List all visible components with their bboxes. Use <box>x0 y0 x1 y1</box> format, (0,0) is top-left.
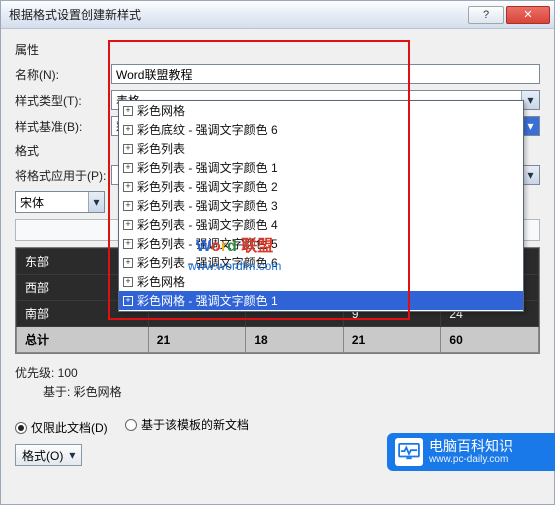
monitor-icon <box>395 438 423 466</box>
titlebar: 根据格式设置创建新样式 ? ✕ <box>1 1 554 29</box>
expand-icon: + <box>123 201 133 211</box>
site-badge: 电脑百科知识 www.pc-daily.com <box>387 433 555 471</box>
dropdown-item[interactable]: + 彩色底纹 - 强调文字颜色 6 <box>119 120 523 139</box>
radio-icon <box>15 422 27 434</box>
dropdown-item[interactable]: + 彩色网格 <box>119 272 523 291</box>
priority-line2: 基于: 彩色网格 <box>15 383 540 402</box>
dropdown-item-label: 彩色网格 - 强调文字颜色 3 <box>137 311 278 312</box>
style-base-dropdown[interactable]: + 彩色网格 + 彩色底纹 - 强调文字颜色 6 + 彩色列表 + 彩色列表 - 强调文字颜色… <box>118 100 524 312</box>
dropdown-item[interactable]: + 彩色网格 <box>119 101 523 120</box>
expand-icon: + <box>123 125 133 135</box>
dropdown-item[interactable]: + 彩色列表 - 强调文字颜色 1 <box>119 158 523 177</box>
format-menu-button[interactable]: 格式(O) ▾ <box>15 444 82 466</box>
dropdown-item[interactable]: + 彩色列表 - 强调文字颜色 2 <box>119 177 523 196</box>
close-button[interactable]: ✕ <box>506 6 550 24</box>
dropdown-item[interactable]: + 彩色列表 - 强调文字颜色 4 <box>119 215 523 234</box>
label-style-base: 样式基准(B): <box>15 118 111 135</box>
format-menu-label: 格式(O) <box>22 447 63 464</box>
label-name: 名称(N): <box>15 66 111 83</box>
dropdown-item[interactable]: + 彩色列表 - 强调文字颜色 5 <box>119 234 523 253</box>
name-input[interactable] <box>111 64 540 84</box>
dropdown-item-label: 彩色网格 <box>137 102 185 119</box>
dropdown-item-label: 彩色网格 <box>137 273 185 290</box>
dropdown-item-label: 彩色网格 - 强调文字颜色 1 <box>137 292 278 309</box>
expand-icon: + <box>123 106 133 116</box>
expand-icon: + <box>123 144 133 154</box>
font-combo[interactable]: 宋体 ▾ <box>15 191 105 213</box>
chevron-down-icon: ▾ <box>69 448 75 462</box>
expand-icon: + <box>123 239 133 249</box>
dialog-title: 根据格式设置创建新样式 <box>9 6 466 23</box>
dropdown-item-label: 彩色底纹 - 强调文字颜色 6 <box>137 121 278 138</box>
table-total-row: 总计21182160 <box>17 327 539 353</box>
expand-icon: + <box>123 277 133 287</box>
dropdown-item[interactable]: + 彩色列表 <box>119 139 523 158</box>
dropdown-item-label: 彩色列表 <box>137 140 185 157</box>
expand-icon: + <box>123 220 133 230</box>
expand-icon: + <box>123 258 133 268</box>
dropdown-item-label: 彩色列表 - 强调文字颜色 6 <box>137 254 278 271</box>
dropdown-item[interactable]: + 彩色列表 - 强调文字颜色 3 <box>119 196 523 215</box>
expand-icon: + <box>123 182 133 192</box>
radio-this-document[interactable]: 仅限此文档(D) <box>15 419 108 436</box>
font-value: 宋体 <box>16 194 88 211</box>
expand-icon: + <box>123 163 133 173</box>
chevron-down-icon[interactable]: ▾ <box>88 192 104 212</box>
label-apply-to: 将格式应用于(P): <box>15 167 111 184</box>
row-name: 名称(N): <box>15 64 540 84</box>
dropdown-item-label: 彩色列表 - 强调文字颜色 4 <box>137 216 278 233</box>
badge-url: www.pc-daily.com <box>429 454 513 465</box>
dropdown-item-label: 彩色列表 - 强调文字颜色 3 <box>137 197 278 214</box>
dropdown-item-label: 彩色列表 - 强调文字颜色 1 <box>137 159 278 176</box>
dropdown-item-label: 彩色列表 - 强调文字颜色 5 <box>137 235 278 252</box>
label-style-type: 样式类型(T): <box>15 92 111 109</box>
dropdown-item-label: 彩色列表 - 强调文字颜色 2 <box>137 178 278 195</box>
radio-template[interactable]: 基于该模板的新文档 <box>125 416 249 433</box>
priority-block: 优先级: 100 基于: 彩色网格 <box>15 364 540 402</box>
dropdown-item[interactable]: + 彩色网格 - 强调文字颜色 1 <box>119 291 523 310</box>
dropdown-item[interactable]: +彩色网格 - 强调文字颜色 3 <box>119 310 523 312</box>
expand-icon: + <box>123 296 133 306</box>
priority-line1: 优先级: 100 <box>15 364 540 383</box>
dropdown-item[interactable]: + 彩色列表 - 强调文字颜色 6 <box>119 253 523 272</box>
section-properties-label: 属性 <box>15 41 540 58</box>
badge-title: 电脑百科知识 <box>429 439 513 454</box>
help-button[interactable]: ? <box>468 6 504 24</box>
radio-icon <box>125 419 137 431</box>
